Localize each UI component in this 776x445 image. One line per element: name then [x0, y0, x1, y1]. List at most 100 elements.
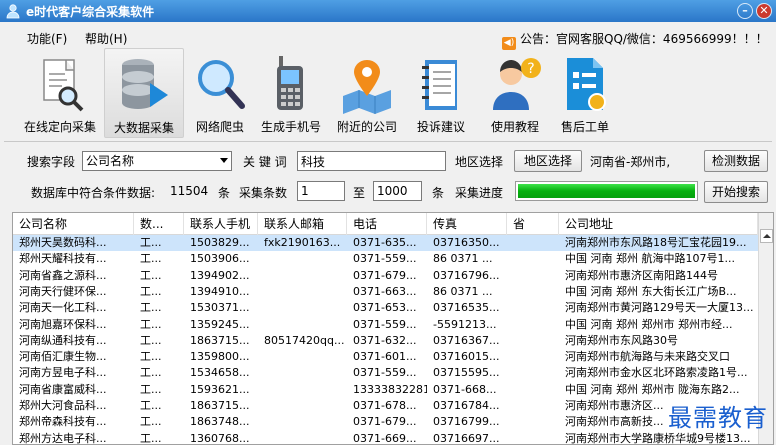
- table-cell: 1503829...: [190, 236, 250, 249]
- tool-label: 附近的公司: [336, 120, 397, 134]
- table-cell: 郑州大河食品科...: [19, 399, 107, 412]
- table-cell: 0371-679...: [353, 268, 417, 282]
- column-header[interactable]: 数...: [134, 213, 184, 235]
- table-row[interactable]: 河南天一化工科... 工... 1530371... 0371-653... 03716…: [13, 300, 758, 316]
- tool-complaint[interactable]: 投诉建议: [401, 48, 481, 138]
- table-cell: 0371-635...: [353, 236, 417, 249]
- table-cell: 1863715...: [190, 333, 250, 347]
- tool-bigdata-collect[interactable]: 大数据采集: [104, 48, 184, 138]
- table-row[interactable]: 河南省康富威科... 工... 1593621... 13333832281 0371-…: [13, 382, 758, 398]
- field-select[interactable]: 公司名称: [82, 151, 232, 171]
- minimize-button[interactable]: –: [737, 3, 753, 19]
- unit-label: 条: [432, 186, 445, 200]
- progress-fill: [518, 184, 695, 198]
- table-row[interactable]: 郑州天昊数码科... 工... 1503829... fxk2190163... 037…: [13, 235, 758, 252]
- table-cell: 86 0371 ...: [433, 252, 493, 266]
- table-cell: [507, 300, 559, 316]
- document-search-icon: [43, 59, 84, 112]
- table-row[interactable]: 河南纵通科技有... 工... 1863715... 80517420qq... 037…: [13, 333, 758, 349]
- table-cell: [258, 284, 347, 300]
- table-cell: 80517420qq...: [264, 333, 345, 347]
- table-row[interactable]: 郑州帝森科技有... 工... 1863748... 0371-679... 03716…: [13, 414, 758, 430]
- table-cell: 1359800...: [190, 350, 250, 364]
- table-cell: 1863748...: [190, 415, 250, 429]
- table-cell: 郑州帝森科技有...: [19, 415, 107, 429]
- notice: ◀) 公告：官网客服QQ/微信：469566999！！！: [502, 30, 768, 50]
- check-data-button[interactable]: 检测数据: [704, 150, 768, 172]
- table-cell: 工...: [140, 399, 162, 412]
- menu-function[interactable]: 功能(F): [27, 30, 67, 47]
- table-cell: 河南天一化工科...: [19, 301, 107, 315]
- table-cell: 1394910...: [190, 284, 250, 298]
- table-cell: 河南郑州市东风路30号: [565, 333, 678, 347]
- table-cell: [507, 382, 559, 398]
- table-row[interactable]: 郑州方达电子科... 工... 1360768... 0371-669... 03716…: [13, 431, 758, 445]
- column-header[interactable]: 电话: [347, 213, 427, 235]
- table-cell: [507, 235, 559, 251]
- table-row[interactable]: 郑州大河食品科... 工... 1863715... 0371-678... 03716…: [13, 398, 758, 414]
- table-cell: [507, 317, 559, 333]
- column-header[interactable]: 公司地址: [559, 213, 758, 235]
- table-cell: 郑州方达电子科...: [19, 431, 107, 445]
- region-select-button[interactable]: 地区选择: [514, 150, 582, 172]
- close-button[interactable]: ✕: [756, 3, 772, 19]
- table-cell: [258, 382, 347, 398]
- to-input[interactable]: [373, 181, 422, 201]
- table-cell: 0371-559...: [353, 252, 417, 266]
- table-cell: 0371-679...: [353, 415, 417, 429]
- from-input[interactable]: [297, 181, 345, 201]
- region-value: 河南省-郑州市,: [590, 155, 671, 169]
- table-cell: 1394902...: [190, 268, 250, 282]
- table-cell: 中国 河南 郑州 郑州市 郑州市经...: [565, 317, 733, 331]
- table-cell: 13333832281: [353, 382, 427, 396]
- table-cell: 工...: [140, 415, 162, 429]
- table-cell: 河南郑州市航海路与未来路交叉口: [565, 350, 730, 364]
- table-cell: 1360768...: [190, 431, 250, 445]
- table-row[interactable]: 河南佰汇康生物... 工... 1359800... 0371-601... 03716…: [13, 349, 758, 365]
- table-cell: [507, 268, 559, 284]
- table-cell: 0371-653...: [353, 301, 417, 315]
- table-cell: 03716350...: [433, 236, 500, 249]
- table-row[interactable]: 河南旭嘉环保科... 工... 1359245... 0371-559... -5591…: [13, 317, 758, 333]
- table-cell: 中国 河南 郑州 航海中路107号1...: [565, 252, 735, 266]
- column-header[interactable]: 联系人手机: [184, 213, 258, 235]
- toolbar-divider: [4, 141, 772, 142]
- table-cell: 工...: [140, 301, 162, 315]
- table-cell: 工...: [140, 252, 162, 266]
- column-header[interactable]: 公司名称: [13, 213, 134, 235]
- tool-generate-phone[interactable]: 生成手机号: [251, 48, 331, 138]
- tool-online-collect[interactable]: 在线定向采集: [20, 48, 100, 138]
- table-row[interactable]: 河南省鑫之源科... 工... 1394902... 0371-679... 03716…: [13, 268, 758, 284]
- table-cell: 0371-668...: [433, 382, 497, 396]
- table-cell: 河南佰汇康生物...: [19, 350, 107, 364]
- table-cell: [258, 317, 347, 333]
- table-cell: 03716015...: [433, 350, 500, 364]
- table-row[interactable]: 河南天行健环保... 工... 1394910... 0371-663... 86 03…: [13, 284, 758, 300]
- tool-web-crawler[interactable]: 网络爬虫: [180, 48, 260, 138]
- progress-label: 采集进度: [455, 186, 504, 200]
- app-window: e时代客户综合采集软件 – ✕ 功能(F) 帮助(H) ◀) 公告：官网客服QQ/…: [0, 0, 776, 445]
- tool-nearby-companies[interactable]: 附近的公司: [327, 48, 407, 138]
- results-table: 公司名称 数... 联系人手机 联系人邮箱 电话 传真省公司地址 郑州天昊数码科... 工.…: [12, 212, 774, 445]
- column-header[interactable]: 省: [507, 213, 559, 235]
- table-cell: 工...: [140, 284, 162, 298]
- region-label: 地区选择: [455, 155, 504, 169]
- table-cell: 1534658...: [190, 366, 250, 380]
- start-search-button[interactable]: 开始搜索: [704, 181, 768, 203]
- scroll-up-icon[interactable]: [760, 229, 773, 243]
- keyword-input[interactable]: [297, 151, 446, 171]
- menu-help[interactable]: 帮助(H): [85, 30, 127, 47]
- table-cell: [258, 251, 347, 267]
- column-header[interactable]: 传真: [427, 213, 507, 235]
- table-cell: [507, 284, 559, 300]
- table-cell: [258, 414, 347, 430]
- column-header[interactable]: 联系人邮箱: [258, 213, 347, 235]
- tool-tutorial[interactable]: ? 使用教程: [475, 48, 555, 138]
- table-cell: [258, 398, 347, 414]
- tool-after-sales[interactable]: 售后工单: [545, 48, 625, 138]
- table-row[interactable]: 河南方昱电子科... 工... 1534658... 0371-559... 03715…: [13, 365, 758, 381]
- table-cell: 0371-663...: [353, 284, 417, 298]
- table-row[interactable]: 郑州天耀科技有... 工... 1503906... 0371-559... 86 03…: [13, 251, 758, 267]
- tool-label: 大数据采集: [113, 121, 174, 135]
- table-cell: 86 0371 ...: [433, 284, 493, 298]
